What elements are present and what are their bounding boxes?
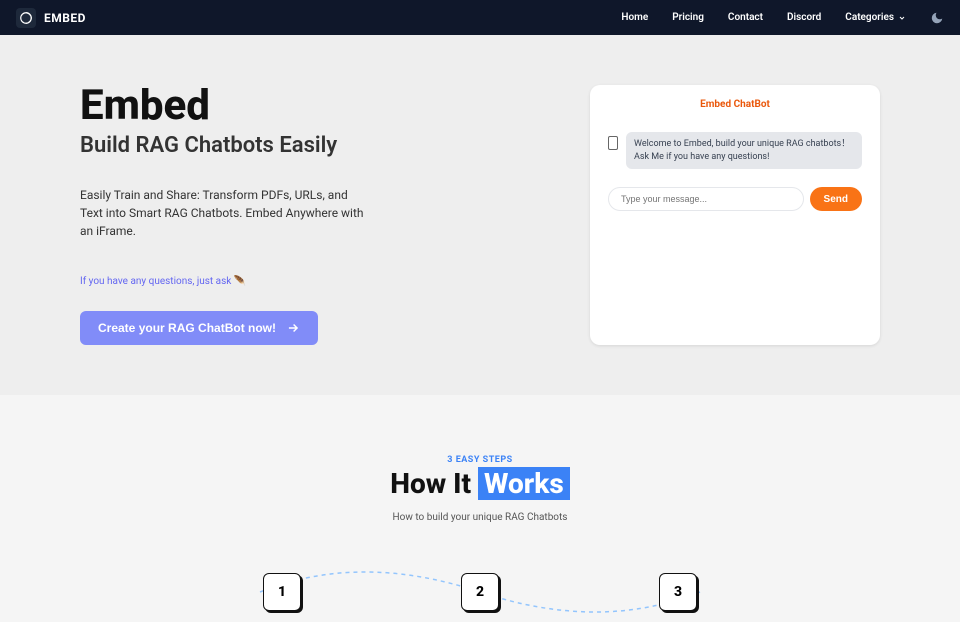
hero-description: Easily Train and Share: Transform PDFs, … [80, 186, 370, 240]
navbar: EMBED Home Pricing Contact Discord Categ… [0, 0, 960, 35]
categories-label: Categories [845, 12, 894, 23]
how-title: How It Works [0, 467, 960, 500]
hero-inner: Embed Build RAG Chatbots Easily Easily T… [80, 85, 880, 345]
hero-subtitle: Build RAG Chatbots Easily [80, 133, 560, 158]
navbar-left: EMBED [16, 8, 86, 28]
steps-row: 1 2 3 [0, 573, 960, 611]
step-3: 3 [659, 573, 697, 611]
send-button[interactable]: Send [810, 187, 862, 211]
hero-left: Embed Build RAG Chatbots Easily Easily T… [80, 85, 560, 345]
logo-icon [19, 11, 33, 25]
steps-label: 3 EASY STEPS [0, 455, 960, 465]
logo[interactable] [16, 8, 36, 28]
nav-link-pricing[interactable]: Pricing [672, 12, 704, 23]
chatbot-card: Embed ChatBot Welcome to Embed, build yo… [590, 85, 880, 345]
nav-link-contact[interactable]: Contact [728, 12, 763, 23]
moon-icon[interactable] [930, 11, 944, 25]
brand-text: EMBED [44, 11, 86, 25]
how-title-highlight: Works [478, 467, 570, 500]
nav-link-discord[interactable]: Discord [787, 12, 821, 23]
how-it-works-section: 3 EASY STEPS How It Works How to build y… [0, 395, 960, 611]
hero-note: If you have any questions, just ask 🪶 [80, 276, 560, 287]
chatbot-title: Embed ChatBot [608, 99, 862, 110]
chatbot-welcome-bubble: Welcome to Embed, build your unique RAG … [626, 132, 862, 169]
how-title-prefix: How It [390, 467, 478, 500]
how-description: How to build your unique RAG Chatbots [0, 512, 960, 523]
step-1: 1 [263, 573, 301, 611]
arrow-right-icon [286, 321, 300, 335]
step-2: 2 [461, 573, 499, 611]
cta-label: Create your RAG ChatBot now! [98, 321, 276, 335]
chevron-down-icon [898, 14, 906, 22]
hero-section: Embed Build RAG Chatbots Easily Easily T… [0, 35, 960, 395]
navbar-right: Home Pricing Contact Discord Categories [621, 11, 944, 25]
chatbot-message-row: Welcome to Embed, build your unique RAG … [608, 132, 862, 169]
nav-link-home[interactable]: Home [621, 12, 648, 23]
message-input[interactable] [608, 187, 804, 211]
create-chatbot-button[interactable]: Create your RAG ChatBot now! [80, 311, 318, 345]
bot-avatar-icon [608, 136, 618, 150]
nav-link-categories[interactable]: Categories [845, 12, 906, 23]
chatbot-input-row: Send [608, 187, 862, 211]
hero-title: Embed [80, 85, 560, 127]
